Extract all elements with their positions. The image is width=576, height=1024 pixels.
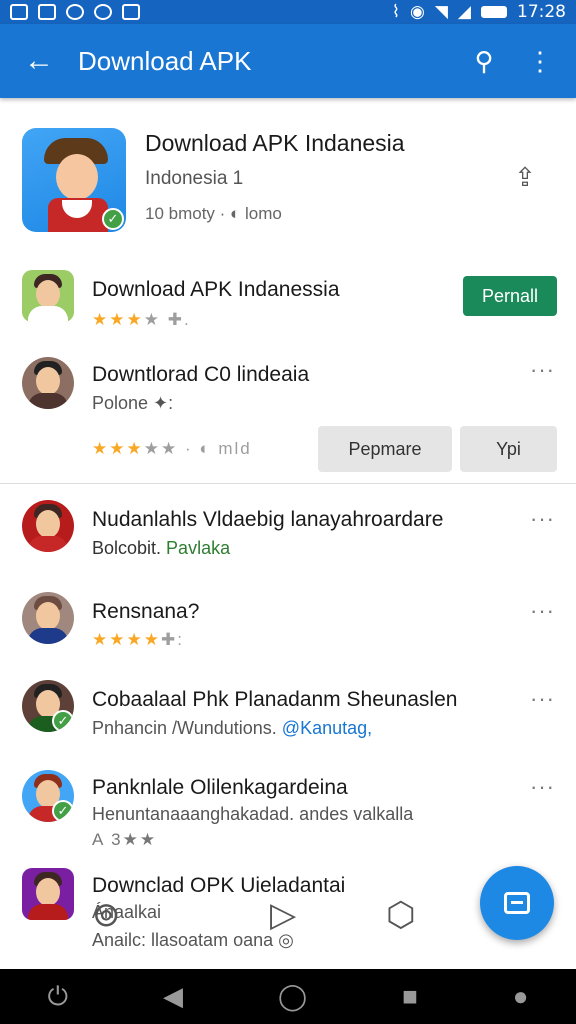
install-button[interactable]: Pernall [463,276,557,316]
status-bar: ⌇ ◉ ◥ ◢ 17:28 [0,0,576,24]
verified-badge-icon: ✓ [52,710,74,732]
status-left-icons [10,4,140,20]
battery-icon [481,6,507,18]
prepare-button[interactable]: Pepmare [318,426,452,472]
app-title: Download APK Indanessia [92,278,340,301]
list-item[interactable]: Nudanlahls Vldaebig lanayahroardare Bolc… [0,498,576,568]
section-divider [0,483,576,484]
app-title: Cobaalaal Phk Planadanm Sheunaslen [92,688,458,711]
app-subtitle: Pnhancin /Wundutions. @Kanutag, [92,718,372,739]
play-icon[interactable]: ▷ [270,895,296,935]
stars-empty: ★★ [143,439,179,458]
stars-tail: · ◐ mld [178,439,252,458]
featured-app[interactable]: ✓ Download APK Indanesia Indonesia 1 10 … [0,118,576,248]
app-avatar [22,357,74,409]
stars-empty: ★ [143,310,161,329]
nav-home-icon[interactable]: ◯ [278,981,307,1012]
system-nav-bar: ⏻ ◀ ◯ ■ ● [0,969,576,1024]
app-avatar [22,500,74,552]
app-avatar: ✓ [22,680,74,732]
stars-filled: ★★★ [92,439,144,458]
avatar-face [36,280,60,308]
app-subtitle: Bolcobit. Pavlaka [92,538,230,559]
rating-stars: ★★★★✚: [92,630,184,650]
verified-badge-icon: ✓ [102,208,124,230]
profile-icon[interactable]: ● [513,981,529,1012]
subtitle-link: Pavlaka [161,538,231,558]
compose-fab-button[interactable] [480,866,554,940]
app-bar: ← Download APK ⚲ ⋮ [0,24,576,98]
status-time: 17:28 [517,2,566,22]
stars-filled: ★★★★ [92,630,161,649]
app-avatar: ✓ [22,770,74,822]
more-options-icon[interactable]: ··· [530,357,555,383]
app-subtitle: Henuntanaaanghakadad. andes valkalla [92,804,414,824]
page-title: Download APK [78,45,252,76]
share-icon[interactable]: ⇪ [508,162,542,196]
featured-app-title: Download APK Indanesia [145,130,405,156]
avatar-face [36,602,60,630]
power-icon[interactable]: ⏻ [47,981,68,1013]
avatar-face [36,510,60,538]
rating-stars: ★★★★ ✚. [92,310,191,330]
signal-icon: ◢ [457,2,471,21]
stars-tail: ✚: [160,630,184,649]
gallery-icon [10,4,28,20]
app-title: Downtlorad C0 lindeaia [92,363,310,386]
list-item[interactable]: ✓ Panknlale Olilenkagardeina Henuntanaaa… [0,768,576,849]
subtitle-part: Bolcobit. [92,538,162,558]
app-icon-face [56,154,98,200]
app-icon: ✓ [22,128,126,232]
subtitle-link: @Kanutag, [276,718,373,738]
app-title: Rensnana? [92,600,200,623]
stars-filled: ★★★ [92,310,144,329]
subtitle-part: Pnhancin /Wundutions. [92,718,277,738]
rating-stars: ★★★★★ · ◐ mld [92,439,252,459]
list-item[interactable]: ✓ Cobaalaal Phk Planadanm Sheunaslen Pnh… [0,678,576,748]
alarm-icon: ◉ [410,2,425,21]
more-options-icon[interactable]: ··· [530,774,555,800]
wifi-icon: ◥ [434,2,448,21]
nav-recents-icon[interactable]: ■ [402,981,418,1012]
avatar-face [36,367,60,395]
messenger-icon [66,4,84,20]
nav-back-icon[interactable]: ◀ [163,981,183,1012]
more-options-icon[interactable]: ··· [530,686,555,712]
app-title: Panknlale Olilenkagardeina [92,776,348,799]
gamepad-icon[interactable]: ⊚ [92,895,121,935]
list-item[interactable]: Rensnana? ★★★★✚: ··· [0,590,576,660]
verified-badge-icon: ✓ [52,800,74,822]
check-icon [122,4,140,20]
photo-icon [38,4,56,20]
search-icon[interactable]: ⚲ [456,24,512,98]
app-avatar [22,592,74,644]
more-options-icon[interactable]: ··· [530,506,555,532]
more-options-icon[interactable]: ··· [530,598,555,624]
message-icon [504,892,530,914]
api-button[interactable]: Ypi [460,426,557,472]
avatar-body [28,306,68,322]
vibrate-icon: ⌇ [391,2,400,21]
back-arrow-icon[interactable]: ← [0,24,78,98]
stars-tail: ✚. [160,310,191,329]
overflow-menu-icon[interactable]: ⋮ [512,24,568,98]
avatar-body [28,536,68,552]
dice-icon[interactable]: ⬡ [386,895,416,935]
app-title: Nudanlahls Vldaebig lanayahroardare [92,508,444,531]
featured-app-subtitle: Indonesia 1 [145,168,244,189]
avatar-body [28,628,68,644]
featured-app-meta: 10 bmoty · ◐ lomo [145,204,282,223]
app-avatar [22,270,74,322]
status-right-icons: ⌇ ◉ ◥ ◢ 17:28 [392,2,566,22]
mail-icon [94,4,112,20]
app-subtitle: Polone ✦: [92,393,174,413]
avatar-body [28,393,68,409]
rating-stars: A 3★★ [92,830,158,849]
